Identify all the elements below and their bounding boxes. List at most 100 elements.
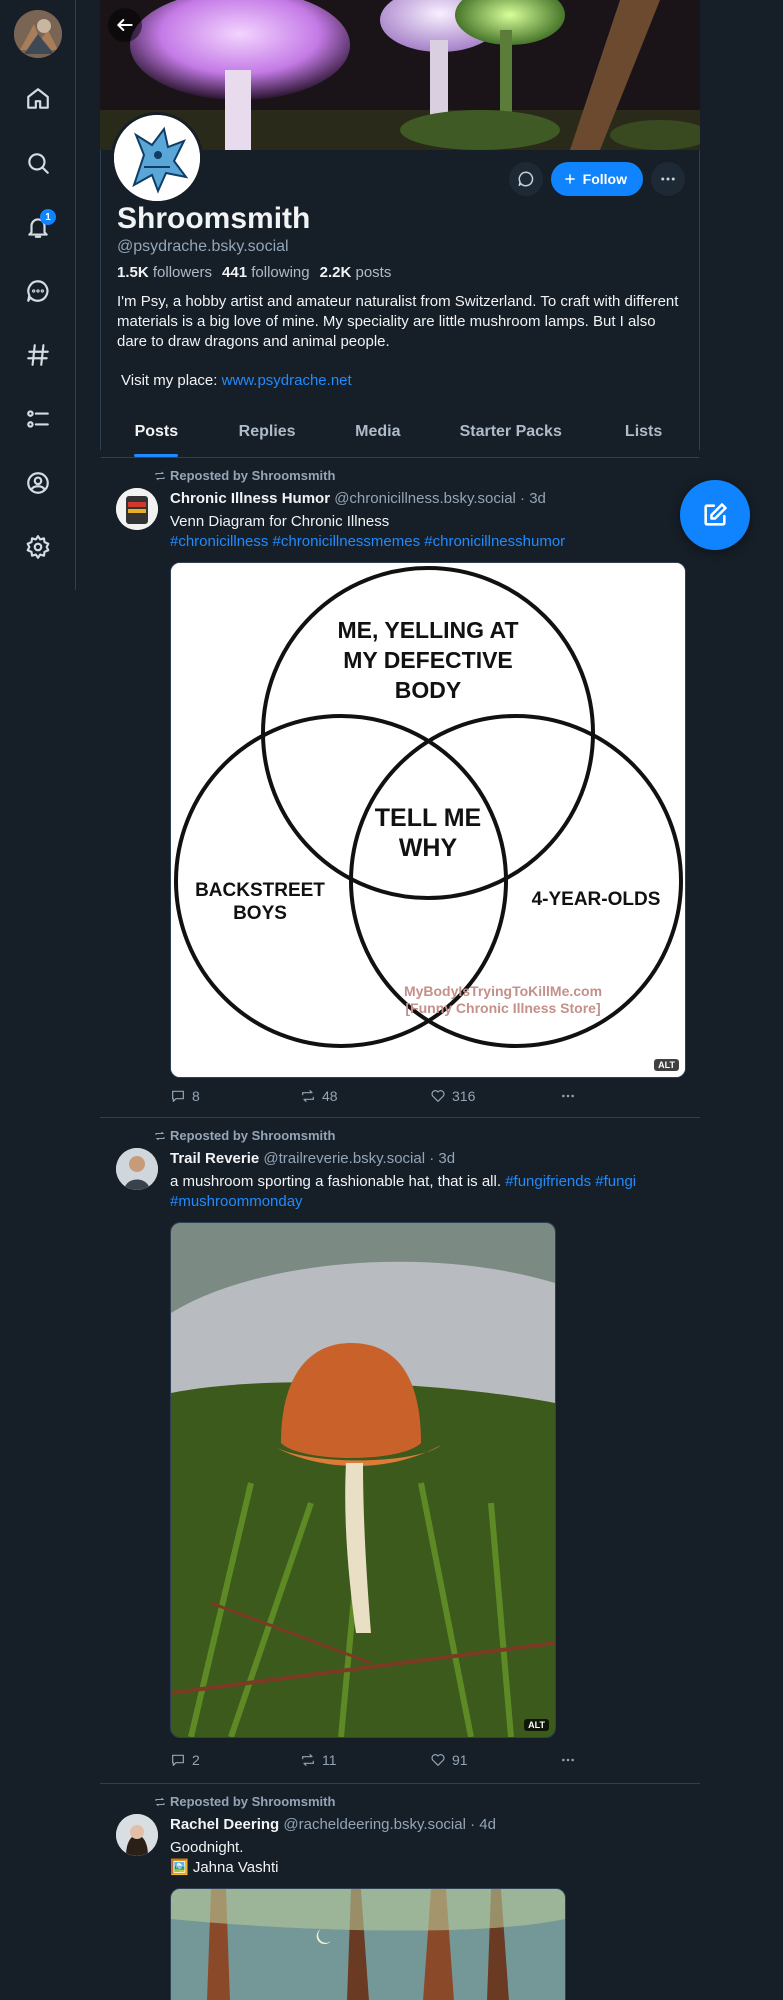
author-handle[interactable]: @racheldeering.bsky.social · 4d [283, 1816, 496, 1833]
posts-feed: Reposted by Shroomsmith Chronic Illness … [100, 458, 700, 2000]
plus-icon [565, 174, 575, 184]
post-hashtags[interactable]: #chronicillness #chronicillnessmemes #ch… [170, 532, 685, 552]
repost-icon [155, 1131, 165, 1140]
reply-icon [172, 1754, 184, 1766]
more-button[interactable] [651, 162, 685, 196]
nav-lists[interactable] [18, 399, 58, 439]
profile-handle: @psydrache.bsky.social [117, 238, 289, 255]
repost-icon [155, 471, 165, 480]
tab-replies[interactable]: Replies [212, 412, 323, 457]
post-header: Trail Reverie @trailreverie.bsky.social … [170, 1150, 455, 1167]
forest-painting [171, 1889, 565, 2000]
repost-button[interactable]: 11 [300, 1752, 430, 1768]
reply-button[interactable]: 2 [170, 1752, 300, 1768]
post-image[interactable] [170, 1888, 566, 2000]
nav-chat[interactable] [18, 271, 58, 311]
ellipsis-icon [661, 177, 675, 181]
post-text: Goodnight. [170, 1839, 244, 1856]
repost-icon [302, 1754, 314, 1766]
nav-home[interactable] [18, 79, 58, 119]
follow-button[interactable]: Follow [550, 162, 643, 196]
tab-starter-packs[interactable]: Starter Packs [433, 412, 588, 457]
post-actions: 2 11 91 [170, 1752, 690, 1768]
like-button[interactable]: 91 [430, 1752, 560, 1768]
venn-top-label: ME, YELLING AT MY DEFECTIVE BODY [337, 617, 519, 703]
author-name[interactable]: Chronic Illness Humor [170, 490, 330, 507]
author-name[interactable]: Rachel Deering [170, 1816, 279, 1833]
alt-badge[interactable]: ALT [654, 1059, 679, 1071]
like-button[interactable]: 316 [430, 1088, 560, 1104]
list-icon [27, 410, 49, 428]
reply-button[interactable]: 8 [170, 1088, 300, 1104]
mushroom-photo [171, 1223, 555, 1737]
posts-stat: 2.2K posts [319, 264, 392, 281]
profile-column: Follow Shroomsmith @psydrache.bsky.socia… [100, 0, 700, 458]
repost-indicator: Reposted by Shroomsmith [154, 1794, 335, 1809]
message-button[interactable] [508, 162, 543, 196]
venn-center-label: TELL ME WHY [374, 804, 482, 862]
profile-tabs: Posts Replies Media Starter Packs Lists [101, 412, 699, 458]
venn-left-label: BACKSTREET BOYS [195, 880, 325, 924]
tab-lists[interactable]: Lists [588, 412, 699, 457]
author-avatar[interactable] [116, 1814, 158, 1856]
following-stat[interactable]: 441 following [222, 264, 310, 281]
profile-stats: 1.5K followers 441 following 2.2K posts [117, 264, 391, 281]
post-hashtags[interactable]: #fungifriends #fungi [505, 1173, 636, 1190]
post-more-button[interactable] [560, 1752, 690, 1768]
heart-icon [431, 1754, 445, 1766]
repost-indicator: Reposted by Shroomsmith [154, 468, 335, 483]
author-avatar[interactable] [116, 1148, 158, 1190]
author-avatar[interactable] [116, 488, 158, 530]
profile-avatar[interactable] [111, 112, 203, 204]
heart-icon [431, 1090, 445, 1102]
gear-icon [26, 535, 50, 559]
post-header: Rachel Deering @racheldeering.bsky.socia… [170, 1816, 496, 1833]
ellipsis-icon [562, 1094, 574, 1098]
profile-website-link[interactable]: www.psydrache.net [222, 372, 352, 389]
ellipsis-icon [562, 1758, 574, 1762]
repost-icon [155, 1797, 165, 1806]
repost-button[interactable]: 48 [300, 1088, 430, 1104]
post-text: Venn Diagram for Chronic Illness [170, 513, 390, 530]
repost-icon [302, 1090, 314, 1102]
compose-icon [704, 503, 727, 526]
left-nav: 1 [0, 0, 76, 590]
back-button[interactable] [108, 8, 142, 42]
alt-badge[interactable]: ALT [524, 1719, 549, 1731]
feed-post[interactable]: Reposted by Shroomsmith Trail Reverie @t… [100, 1118, 700, 1784]
venn-watermark-1: MyBodyIsTryingToKillMe.com [403, 983, 603, 999]
tab-media[interactable]: Media [322, 412, 433, 457]
search-icon [28, 153, 49, 174]
chat-icon [27, 280, 49, 302]
my-avatar[interactable] [14, 10, 62, 58]
profile-visit: Visit my place: www.psydrache.net [121, 372, 352, 389]
nav-profile[interactable] [18, 463, 58, 503]
venn-right-label: 4-YEAR-OLDS [531, 889, 661, 910]
nav-search[interactable] [18, 143, 58, 183]
tab-posts[interactable]: Posts [101, 412, 212, 457]
feed-post[interactable]: Reposted by Shroomsmith Rachel Deering @… [100, 1784, 700, 2000]
profile-header: Follow Shroomsmith @psydrache.bsky.socia… [100, 112, 700, 458]
post-image[interactable]: ME, YELLING AT MY DEFECTIVE BODY BACKSTR… [170, 562, 686, 1078]
post-hashtags-line2[interactable]: #mushroommonday [170, 1192, 685, 1212]
followers-stat[interactable]: 1.5K followers [117, 264, 212, 281]
nav-feeds[interactable] [18, 335, 58, 375]
author-handle[interactable]: @chronicillness.bsky.social · 3d [334, 490, 546, 507]
notifications-badge: 1 [40, 209, 56, 225]
post-more-button[interactable] [560, 1088, 690, 1104]
feed-post[interactable]: Reposted by Shroomsmith Chronic Illness … [100, 458, 700, 1118]
profile-name: Shroomsmith [117, 202, 311, 235]
profile-icon [27, 472, 49, 494]
post-image[interactable]: ALT [170, 1222, 556, 1738]
nav-notifications[interactable]: 1 [18, 207, 58, 247]
venn-watermark-2: [Funny Chronic Illness Store] [405, 1000, 601, 1016]
repost-indicator: Reposted by Shroomsmith [154, 1128, 335, 1143]
hashtag-icon [27, 344, 49, 366]
follow-label: Follow [582, 171, 627, 187]
author-name[interactable]: Trail Reverie [170, 1150, 259, 1167]
nav-settings[interactable] [18, 527, 58, 567]
profile-actions: Follow [508, 162, 685, 196]
post-text-credit: 🖼️ Jahna Vashti [170, 1859, 279, 1876]
author-handle[interactable]: @trailreverie.bsky.social · 3d [263, 1150, 455, 1167]
chat-icon [518, 171, 533, 187]
